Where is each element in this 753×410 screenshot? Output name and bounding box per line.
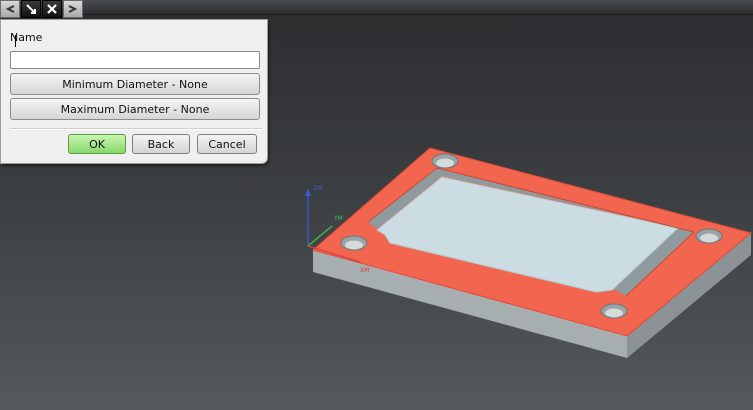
name-input[interactable] [10,51,260,69]
back-arrow-button[interactable] [0,0,20,18]
back-button[interactable]: Back [132,134,190,154]
dialog-separator [10,128,262,130]
y-axis-label: YM [333,215,343,222]
close-icon [47,4,57,14]
mounting-hole [600,303,628,319]
select-hole-dialog: Name Minimum Diameter - None Maximum Dia… [0,19,268,164]
z-axis-arrow [305,189,311,196]
back-arrow-icon [5,5,15,13]
forward-arrow-icon [68,5,78,13]
z-axis-label: ZM [313,185,322,192]
pin-button[interactable] [21,0,41,18]
forward-arrow-button[interactable] [63,0,83,18]
cancel-button[interactable]: Cancel [197,134,257,154]
x-axis-label: XM [360,267,369,274]
dialog-title-icons [0,0,84,19]
pin-icon [26,4,36,14]
close-button[interactable] [42,0,62,18]
maximum-diameter-button[interactable]: Maximum Diameter - None [10,98,260,120]
minimum-diameter-button[interactable]: Minimum Diameter - None [10,73,260,95]
mounting-hole [340,235,368,251]
ok-button[interactable]: OK [68,134,126,154]
mounting-hole [695,228,723,244]
mounting-hole [431,153,459,169]
text-caret [15,35,16,47]
